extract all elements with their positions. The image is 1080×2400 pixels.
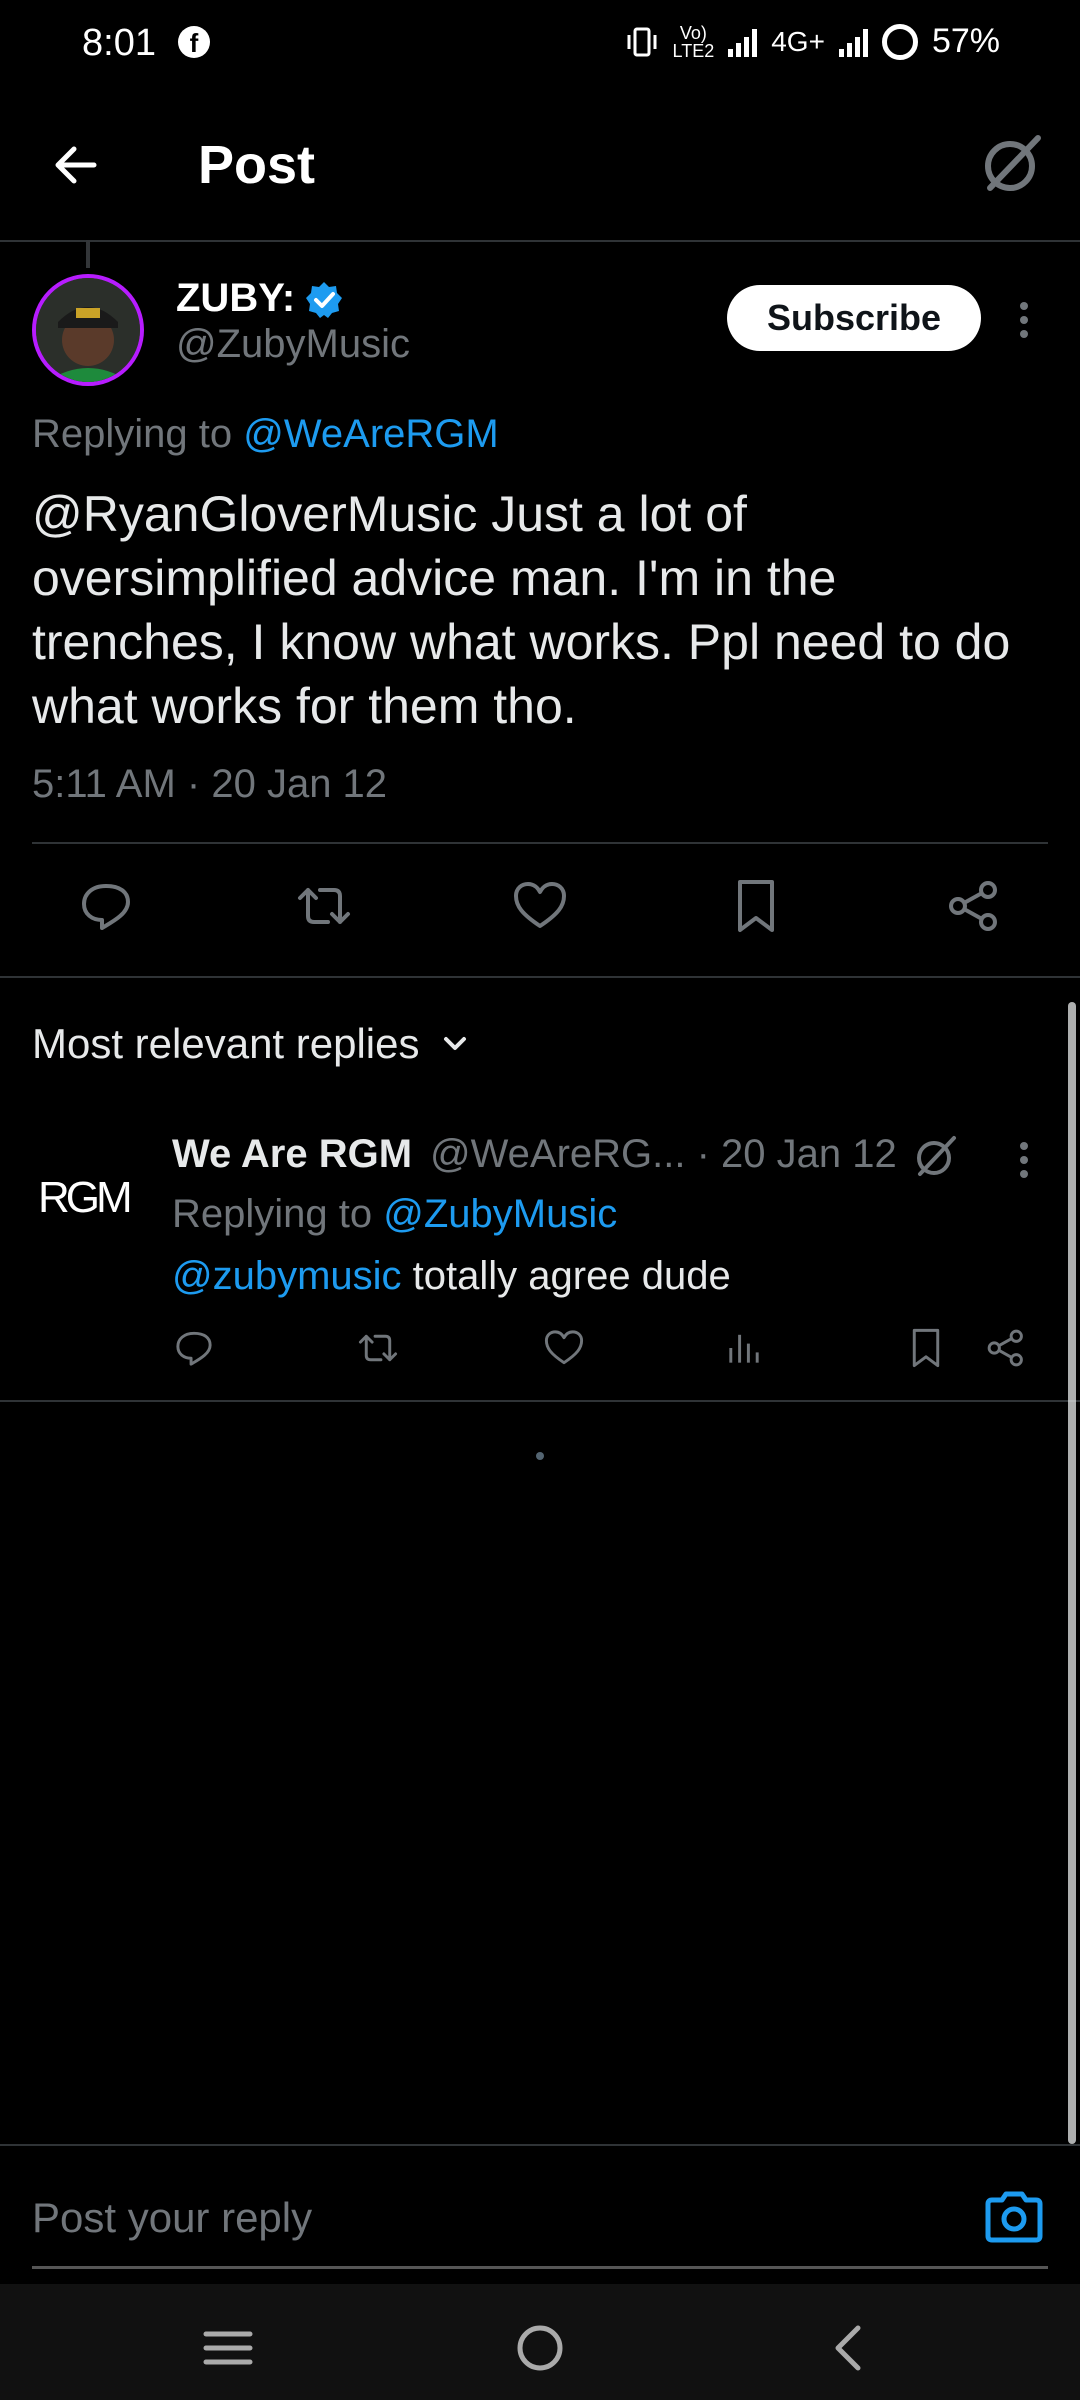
top-app-bar: Post <box>0 90 1080 242</box>
loading-indicator <box>536 1452 544 1460</box>
signal-icon-2 <box>838 27 868 57</box>
system-nav-bar <box>0 2284 1080 2400</box>
repost-icon[interactable] <box>294 876 354 936</box>
composer-divider <box>0 2144 1080 2146</box>
reply-actions <box>172 1326 1036 1374</box>
reply-input[interactable] <box>32 2180 952 2256</box>
reply-replying-to: Replying to @ZubyMusic <box>172 1192 617 1237</box>
verified-badge-icon <box>306 282 342 318</box>
replying-prefix: Replying to <box>172 1192 373 1236</box>
home-icon[interactable] <box>510 2318 570 2378</box>
bookmark-icon[interactable] <box>904 1326 948 1370</box>
replying-to-line: Replying to @WeAreRGM <box>32 412 499 457</box>
replying-to-link[interactable]: @ZubyMusic <box>383 1192 617 1236</box>
scrollbar[interactable] <box>1068 1002 1076 2144</box>
bookmark-icon[interactable] <box>726 876 786 936</box>
reply-author-name[interactable]: We Are RGM <box>172 1132 412 1177</box>
rgm-avatar-logo[interactable]: RGM <box>36 1166 146 1226</box>
author-name[interactable]: ZUBY: <box>176 276 295 321</box>
status-indicators: Vo) LTE2 4G+ 57% <box>625 22 1000 61</box>
back-icon[interactable] <box>820 2318 880 2378</box>
more-options-icon[interactable] <box>1012 298 1036 342</box>
share-icon[interactable] <box>944 876 1004 936</box>
reply-icon[interactable] <box>172 1326 216 1370</box>
facebook-icon: f <box>178 26 210 58</box>
views-icon[interactable] <box>722 1326 766 1370</box>
reply-sort-dropdown[interactable]: Most relevant replies <box>32 1020 472 1068</box>
menu-icon[interactable] <box>198 2318 258 2378</box>
composer-underline <box>32 2266 1048 2269</box>
svg-text:RGM: RGM <box>38 1173 130 1222</box>
replying-to-link[interactable]: @WeAreRGM <box>243 412 498 456</box>
divider <box>32 842 1048 844</box>
chevron-down-icon <box>443 1037 466 1050</box>
share-icon[interactable] <box>984 1326 1028 1370</box>
avatar-image <box>36 278 140 382</box>
section-divider <box>0 976 1080 978</box>
camera-icon[interactable] <box>982 2186 1046 2246</box>
status-bar: 8:01 f Vo) LTE2 4G+ 57% <box>0 0 1080 90</box>
reply-text: @zubymusic totally agree dude <box>172 1254 731 1299</box>
tweet-actions <box>32 876 1048 946</box>
reply-body: totally agree dude <box>401 1254 731 1298</box>
tweet-text: @RyanGloverMusic Just a lot of oversimpl… <box>32 486 1011 734</box>
vibrate-icon <box>627 27 657 56</box>
reply-handle-date[interactable]: @WeAreRG... · 20 Jan 12 <box>430 1132 897 1177</box>
like-icon[interactable] <box>542 1326 586 1370</box>
thread-line <box>86 240 90 268</box>
status-time: 8:01 <box>82 22 156 64</box>
like-icon[interactable] <box>510 876 570 936</box>
reply-sort-label: Most relevant replies <box>32 1020 420 1067</box>
page-title: Post <box>198 135 316 195</box>
network-type: 4G+ <box>771 25 825 57</box>
battery-icon <box>881 23 918 60</box>
repost-icon[interactable] <box>356 1326 400 1370</box>
reply-divider <box>0 1400 1080 1402</box>
more-options-icon[interactable] <box>1012 1138 1036 1182</box>
tweet-timestamp[interactable]: 5:11 AM · 20 Jan 12 <box>32 762 387 807</box>
subscribe-button[interactable]: Subscribe <box>727 285 981 351</box>
replying-prefix: Replying to <box>32 412 233 456</box>
arrow-left-icon[interactable] <box>40 130 110 200</box>
author-handle[interactable]: @ZubyMusic <box>176 322 410 367</box>
signal-icon <box>728 27 758 57</box>
volte-indicator: Vo) LTE2 <box>672 22 715 61</box>
grok-icon[interactable] <box>976 128 1048 200</box>
reply-icon[interactable] <box>76 876 136 936</box>
author-avatar[interactable] <box>32 274 144 386</box>
battery-level: 57% <box>931 22 1000 60</box>
grok-icon[interactable] <box>910 1130 962 1182</box>
mention-link[interactable]: @zubymusic <box>172 1254 402 1298</box>
